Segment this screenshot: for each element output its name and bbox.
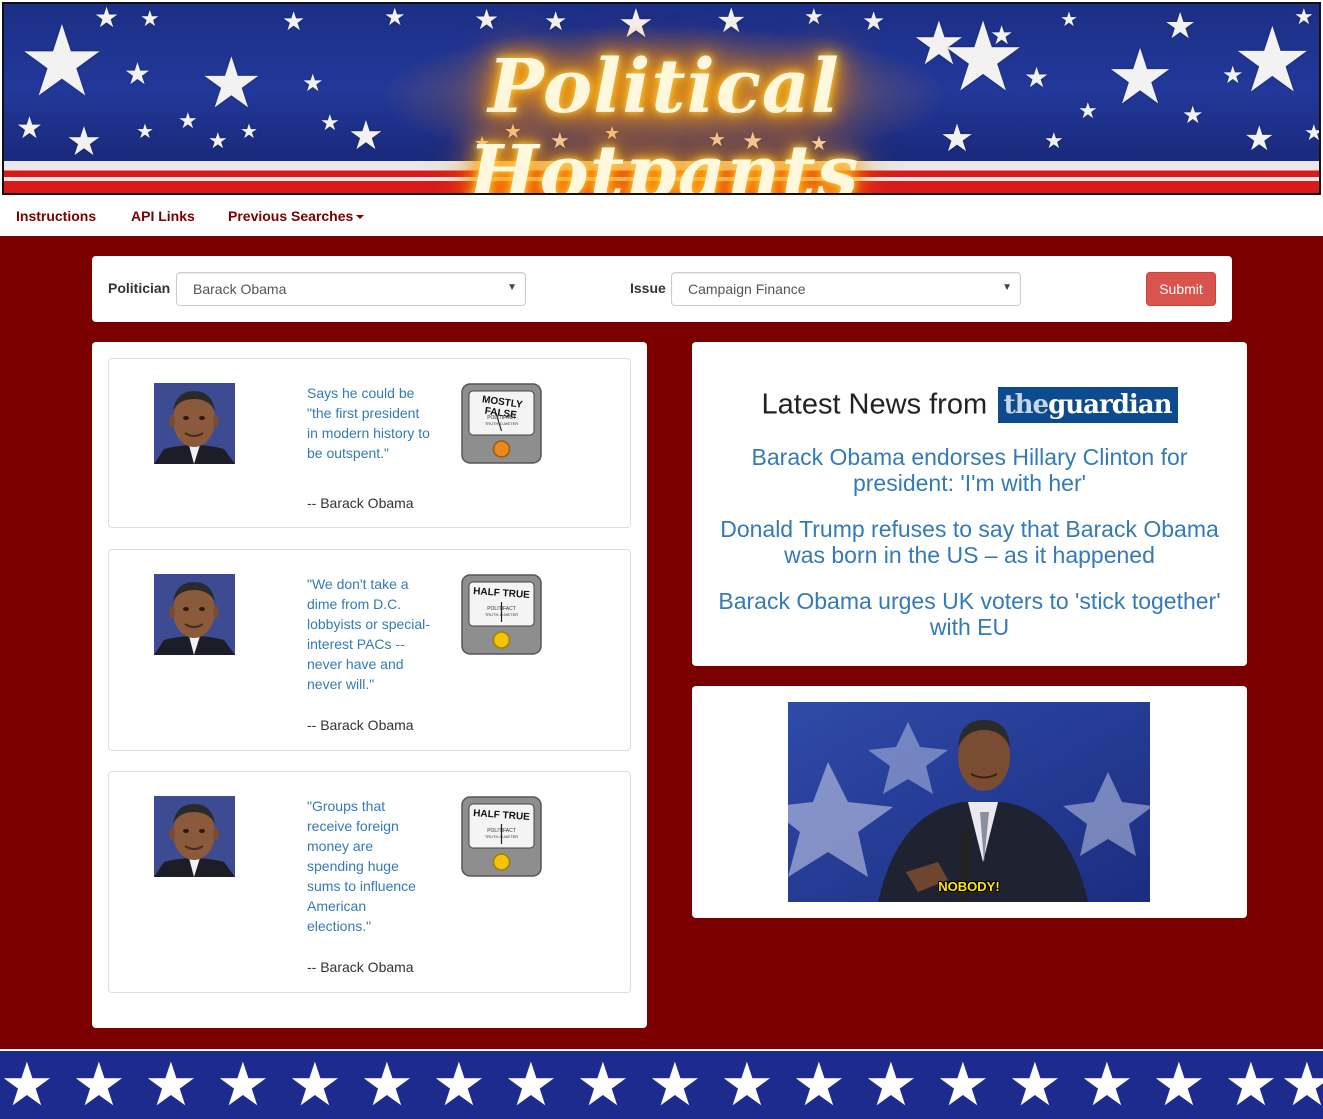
star-icon: ★ (144, 1051, 198, 1118)
politician-portrait (154, 796, 235, 877)
header-banner: ★ ★ ★ ★ ★ ★ ★ ★ ★ ★ ★ ★ ★ ★ ★ ★ ★ ★ ★ ★ … (0, 0, 1323, 196)
star-icon: ★ (178, 108, 198, 133)
star-icon: ★ (136, 121, 154, 143)
navbar: Instructions API Links Previous Searches (0, 196, 1323, 236)
issue-select[interactable]: Campaign Finance ▼ (671, 272, 1021, 306)
caret-down-icon (356, 215, 365, 220)
star-icon: ★ (720, 1051, 774, 1118)
star-icon: ★ (1060, 9, 1078, 31)
meter-sub: TRUTH-O-METER (484, 834, 519, 839)
star-icon: ★ (576, 1051, 630, 1118)
star-icon: ★ (862, 6, 886, 36)
star-icon: ★ (1080, 1051, 1134, 1118)
quote-card: Says he could be "the first president in… (108, 358, 631, 528)
quote-text[interactable]: Says he could be "the first president in… (307, 383, 432, 463)
gif-image (788, 702, 1150, 902)
guardian-logo-name: guardian (1048, 390, 1172, 420)
star-icon: ★ (282, 6, 306, 36)
quote-text[interactable]: "Groups that receive foreign money are s… (307, 796, 432, 936)
star-icon: ★ (1008, 1051, 1062, 1118)
star-icon: ★ (474, 4, 500, 35)
guardian-logo: theguardian (997, 387, 1178, 423)
politician-select[interactable]: Barack Obama ▼ (176, 272, 526, 306)
star-icon: ★ (1106, 35, 1175, 120)
news-panel: Latest News from theguardian Barack Obam… (692, 342, 1247, 666)
nav-previous-searches-label: Previous Searches (228, 208, 354, 224)
star-icon: ★ (1280, 1055, 1323, 1115)
quote-card: "We don't take a dime from D.C. lobbyist… (108, 549, 631, 751)
star-icon: ★ (200, 44, 263, 122)
news-heading-text: Latest News from (761, 388, 988, 421)
quote-text[interactable]: "We don't take a dime from D.C. lobbyist… (307, 574, 432, 694)
meter-sub: TRUTH-O-METER (484, 612, 519, 617)
search-form: Politician Barack Obama ▼ Issue Campaign… (92, 256, 1232, 322)
star-icon: ★ (360, 1051, 414, 1118)
star-icon: ★ (1294, 4, 1314, 29)
star-icon: ★ (16, 112, 43, 145)
star-icon: ★ (1304, 122, 1319, 144)
star-icon: ★ (1224, 1051, 1278, 1118)
star-icon: ★ (72, 1051, 126, 1118)
star-icon: ★ (1244, 120, 1275, 158)
star-icon: ★ (1182, 102, 1204, 129)
site-title: Political Hotpants (468, 44, 860, 195)
select-arrow-icon: ▼ (1002, 282, 1012, 293)
politician-portrait (154, 574, 235, 655)
guardian-logo-the: the (1003, 390, 1049, 420)
star-icon: ★ (94, 2, 120, 33)
news-heading: Latest News from theguardian (692, 387, 1247, 423)
submit-button[interactable]: Submit (1146, 272, 1216, 306)
star-icon: ★ (804, 4, 824, 29)
issue-select-value: Campaign Finance (688, 281, 806, 297)
quote-author: -- Barack Obama (307, 495, 414, 511)
star-icon: ★ (0, 1051, 54, 1118)
quote-author: -- Barack Obama (307, 717, 414, 733)
star-icon: ★ (1078, 98, 1098, 123)
star-icon: ★ (648, 1051, 702, 1118)
star-icon: ★ (792, 1051, 846, 1118)
issue-label: Issue (630, 280, 666, 296)
quote-author: -- Barack Obama (307, 959, 414, 975)
star-icon: ★ (1024, 62, 1050, 93)
star-icon: ★ (288, 1051, 342, 1118)
gif-caption: NOBODY! (938, 879, 1000, 894)
reaction-gif: NOBODY! (788, 702, 1150, 902)
news-link[interactable]: Barack Obama endorses Hillary Clinton fo… (706, 444, 1233, 496)
star-icon: ★ (864, 1051, 918, 1118)
select-arrow-icon: ▼ (507, 282, 517, 293)
star-icon: ★ (384, 4, 406, 31)
truth-o-meter-badge: HALF TRUE POLITIFACT TRUTH-O-METER (461, 796, 542, 877)
star-icon: ★ (18, 6, 106, 116)
quote-card: "Groups that receive foreign money are s… (108, 771, 631, 993)
star-icon: ★ (124, 58, 151, 91)
star-icon: ★ (1152, 1051, 1206, 1118)
truth-o-meter-badge: HALF TRUE POLITIFACT TRUTH-O-METER (461, 574, 542, 655)
nav-api-links[interactable]: API Links (131, 208, 195, 224)
footer-stars-band: ★ ★ ★ ★ ★ ★ ★ ★ ★ ★ ★ ★ ★ ★ ★ ★ ★ ★ ★ (0, 1049, 1323, 1119)
meter-sub: TRUTH-O-METER (484, 421, 519, 426)
politician-portrait (154, 383, 235, 464)
star-icon: ★ (1232, 11, 1313, 111)
star-icon: ★ (1164, 5, 1197, 46)
news-link[interactable]: Barack Obama urges UK voters to 'stick t… (706, 588, 1233, 640)
nav-instructions[interactable]: Instructions (16, 208, 96, 224)
star-icon: ★ (240, 121, 258, 143)
star-icon: ★ (936, 1051, 990, 1118)
politician-select-value: Barack Obama (193, 281, 287, 297)
truth-o-meter-badge: MOSTLY FALSE POLITIFACT TRUTH-O-METER (461, 383, 542, 464)
star-icon: ★ (432, 1051, 486, 1118)
gif-panel: NOBODY! (692, 686, 1247, 918)
star-icon: ★ (504, 1051, 558, 1118)
star-icon: ★ (216, 1051, 270, 1118)
nav-previous-searches[interactable]: Previous Searches (228, 208, 365, 224)
star-icon: ★ (208, 128, 228, 153)
star-icon: ★ (66, 120, 102, 164)
news-link[interactable]: Donald Trump refuses to say that Barack … (706, 516, 1233, 568)
quotes-panel: Says he could be "the first president in… (92, 342, 647, 1028)
politician-label: Politician (108, 280, 171, 296)
star-icon: ★ (1044, 128, 1064, 153)
banner-artwork: ★ ★ ★ ★ ★ ★ ★ ★ ★ ★ ★ ★ ★ ★ ★ ★ ★ ★ ★ ★ … (2, 2, 1321, 195)
star-icon: ★ (140, 6, 160, 31)
